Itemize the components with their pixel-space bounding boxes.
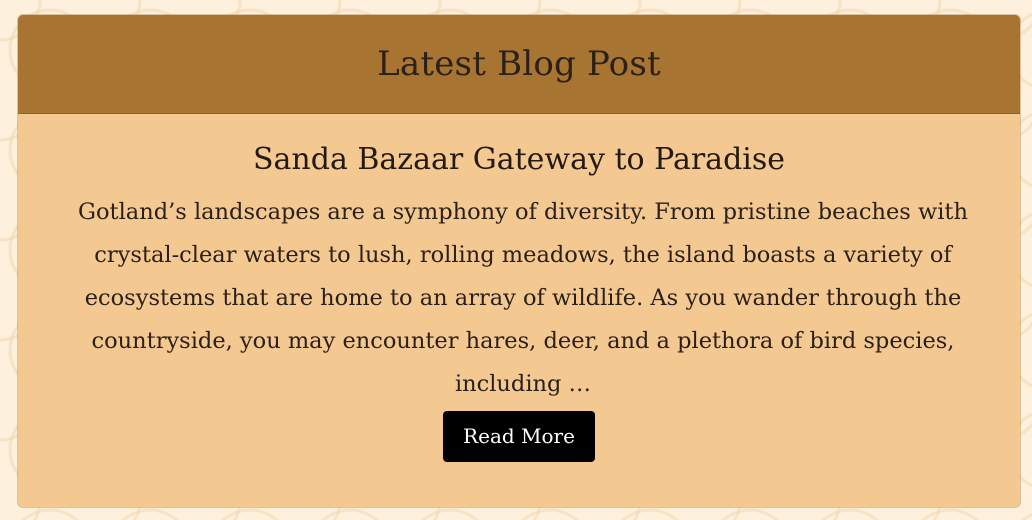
post-excerpt: Gotland’s landscapes are a symphony of d…	[78, 199, 968, 397]
card-header: Latest Blog Post	[18, 15, 1020, 114]
post-title[interactable]: Sanda Bazaar Gateway to Paradise	[58, 142, 980, 177]
latest-blog-post-card: Latest Blog Post Sanda Bazaar Gateway to…	[18, 15, 1020, 507]
card-body: Sanda Bazaar Gateway to Paradise Gotland…	[18, 114, 1020, 462]
read-more-button[interactable]: Read More	[443, 411, 595, 462]
section-title: Latest Blog Post	[377, 44, 661, 84]
